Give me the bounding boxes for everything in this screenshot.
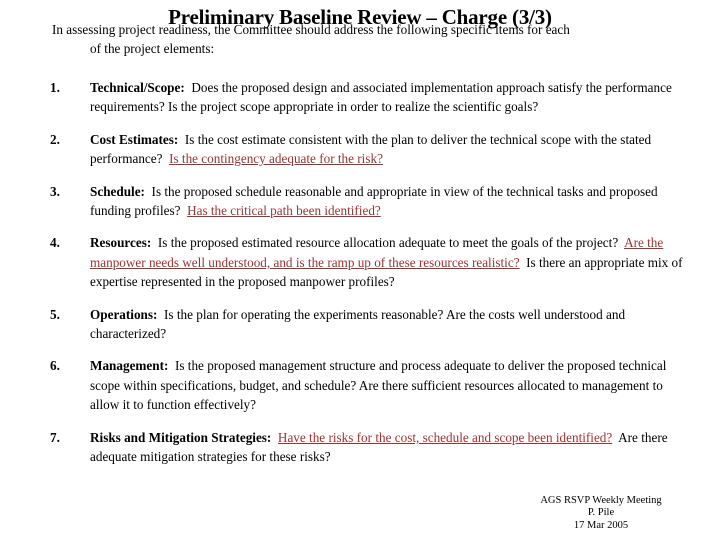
list-item-number: 1. [50, 80, 60, 95]
list-item-emphasis: Is the contingency adequate for the risk… [169, 151, 383, 167]
list-item: 2. Cost Estimates: Is the cost estimate c… [0, 130, 720, 169]
list-item-label: Schedule: [90, 183, 145, 199]
list-item-label: Management: [90, 358, 169, 374]
slide-canvas: Preliminary Baseline Review – Charge (3/… [0, 0, 720, 540]
list-item-number: 4. [50, 235, 60, 251]
list-item: 4. Resources: Is the proposed estimated r… [0, 233, 720, 291]
footer-presenter: P. Pile [587, 507, 615, 518]
list-item: 5. Operations: Is the plan for operating … [0, 305, 720, 344]
list-item-body: Is the proposed estimated resource alloc… [157, 235, 619, 251]
list-item-emphasis: Has the critical path been identified? [187, 203, 381, 219]
list-item-body: Is the plan for operating the experiment… [90, 306, 626, 342]
list-item-label: Cost Estimates: [90, 131, 179, 147]
list-item-label: Operations: [90, 306, 158, 322]
charge-item-list: 1. Technical/Scope: Does the proposed des… [0, 78, 720, 467]
list-item-label: Technical/Scope: [90, 80, 185, 95]
slide-footer: AGS RSVP Weekly Meeting P. Pile 17 Mar 2… [496, 495, 706, 533]
list-item-number: 2. [50, 131, 60, 147]
list-item-label: Resources: [90, 235, 152, 251]
list-item-body: Is the proposed management structure and… [90, 358, 667, 413]
page-title: Preliminary Baseline Review – Charge (3/… [168, 5, 552, 29]
list-item-number: 3. [50, 183, 60, 199]
intro-line-2: of the project elements: [90, 41, 215, 56]
list-item-number: 7. [50, 429, 60, 445]
list-item-number: 5. [50, 306, 60, 322]
list-item: 1. Technical/Scope: Does the proposed des… [0, 78, 720, 117]
list-item-emphasis: Have the risks for the cost, schedule an… [277, 429, 613, 445]
footer-meeting-name: AGS RSVP Weekly Meeting [540, 494, 662, 506]
list-item-number: 6. [50, 358, 60, 374]
footer-date: 17 Mar 2005 [573, 519, 629, 531]
list-item-label: Risks and Mitigation Strategies: [90, 429, 272, 445]
list-item: 3. Schedule: Is the proposed schedule rea… [0, 182, 720, 221]
list-item: 6. Management: Is the proposed management… [0, 356, 720, 414]
list-item: 7. Risks and Mitigation Strategies: Have … [0, 428, 720, 467]
